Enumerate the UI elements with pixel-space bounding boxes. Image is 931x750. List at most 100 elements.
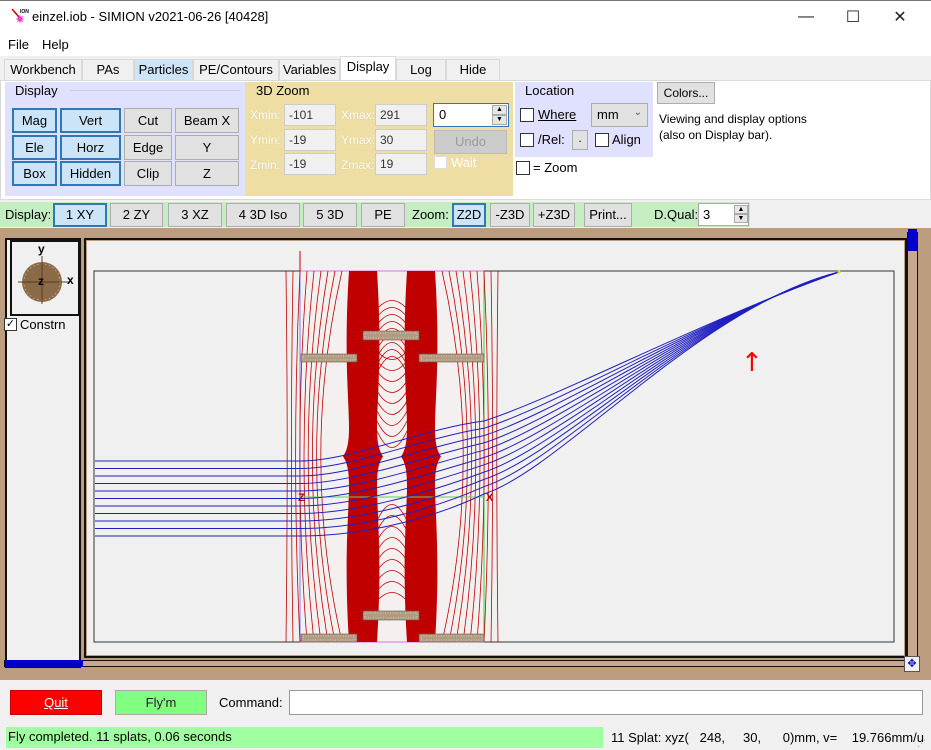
view-1xy-button[interactable]: 1 XY — [53, 203, 107, 227]
help-text-1: Viewing and display options — [659, 112, 807, 126]
dqual-value: 3 — [703, 207, 711, 222]
where-checkbox[interactable] — [520, 108, 534, 122]
contour-band-right — [401, 271, 441, 642]
view-pe-button[interactable]: PE — [361, 203, 405, 227]
tab-log[interactable]: Log — [396, 59, 446, 80]
menu-bar — [0, 34, 931, 56]
wait-checkbox[interactable] — [434, 156, 447, 169]
xmax-field[interactable]: 291 — [375, 104, 427, 126]
zmax-field[interactable]: 19 — [375, 153, 427, 175]
unit-select[interactable]: mm ⌄ — [591, 103, 648, 127]
orientation-z-label: z — [38, 274, 44, 288]
zmax-label: Zmax: — [341, 158, 375, 172]
ymax-field[interactable]: 30 — [375, 129, 427, 151]
contour-line-right — [496, 270, 499, 643]
close-icon: ✕ — [893, 9, 907, 26]
menu-file[interactable]: File — [8, 37, 29, 52]
display-toggle-z[interactable]: Z — [175, 161, 239, 186]
location-title: Location — [525, 83, 575, 98]
menu-help[interactable]: Help — [42, 37, 69, 52]
display-toggle-vert[interactable]: Vert — [60, 108, 121, 133]
undo-button[interactable]: Undo — [434, 130, 507, 154]
colors-button[interactable]: Colors... — [657, 82, 715, 104]
minus-z3d-button[interactable]: -Z3D — [490, 203, 530, 227]
tab-variables[interactable]: Variables — [279, 59, 340, 80]
spin-down-icon[interactable]: ▼ — [492, 115, 507, 125]
horizontal-scrollbar[interactable] — [4, 660, 909, 667]
svg-text:ION: ION — [20, 9, 29, 15]
command-input[interactable] — [289, 690, 923, 715]
electrode-4 — [300, 633, 358, 643]
display-bar-label: Display: — [5, 207, 52, 222]
simulation-view[interactable]: Z X↑ — [87, 241, 904, 655]
maximize-button[interactable]: ☐ — [830, 0, 876, 34]
status-message: Fly completed. 11 splats, 0.06 seconds — [6, 727, 603, 748]
fly-button[interactable]: Fly'm — [115, 690, 207, 715]
display-toggle-horz[interactable]: Horz — [60, 135, 121, 160]
resize-grip-icon[interactable]: ⋰ — [917, 738, 927, 748]
menu-help-label: Help — [42, 37, 69, 52]
rel-point-button[interactable]: . — [572, 130, 588, 150]
electrode-6 — [362, 610, 420, 621]
print-button[interactable]: Print... — [584, 203, 632, 227]
splat-readout: 11 Splat: xyz( 248, 30, 0)mm, v= 19.766m… — [611, 730, 924, 745]
dqual-down-icon[interactable]: ▼ — [734, 214, 748, 223]
xmin-label: Xmin: — [250, 108, 281, 122]
view-3xz-button[interactable]: 3 XZ — [168, 203, 222, 227]
rel-checkbox[interactable] — [520, 133, 534, 147]
display-toggle-edge[interactable]: Edge — [124, 135, 172, 160]
constrain-checkbox[interactable]: ✓ — [4, 318, 17, 331]
display-toggle-cut[interactable]: Cut — [124, 108, 172, 133]
vertical-scroll-thumb[interactable] — [908, 229, 917, 251]
tab-particles[interactable]: Particles — [134, 59, 193, 80]
view-5-3d-button[interactable]: 5 3D — [303, 203, 357, 227]
tab-workbench[interactable]: Workbench — [4, 59, 82, 80]
display-toggle-hidden[interactable]: Hidden — [60, 161, 121, 186]
tab-hide[interactable]: Hide — [446, 59, 500, 80]
zoom-spin-value: 0 — [439, 107, 447, 122]
plus-z3d-button[interactable]: +Z3D — [533, 203, 575, 227]
minimize-button[interactable]: — — [783, 0, 829, 34]
close-button[interactable]: ✕ — [877, 0, 923, 34]
zoom-bar-label: Zoom: — [412, 207, 449, 222]
display-toggle-mag[interactable]: Mag — [12, 108, 57, 133]
display-toggle-beam-x[interactable]: Beam X — [175, 108, 239, 133]
wait-label: Wait — [451, 155, 477, 170]
where-label-text: Where — [538, 107, 577, 122]
tab-pe-contours[interactable]: PE/Contours — [193, 59, 279, 80]
contour-band-left — [343, 271, 383, 642]
display-toggle-y[interactable]: Y — [175, 135, 239, 160]
view-2zy-button[interactable]: 2 ZY — [110, 203, 163, 227]
ymax-label: Ymax: — [341, 133, 376, 147]
simion-app-icon: ION — [11, 8, 29, 23]
menu-file-label: File — [8, 37, 29, 52]
eq-zoom-checkbox[interactable] — [516, 161, 530, 175]
display-toggle-box[interactable]: Box — [12, 161, 57, 186]
tab-display[interactable]: Display — [340, 56, 396, 81]
quit-button[interactable]: Quit — [10, 690, 102, 715]
display-toggle-ele[interactable]: Ele — [12, 135, 57, 160]
display-toggle-clip[interactable]: Clip — [124, 161, 172, 186]
zmin-field[interactable]: -19 — [284, 153, 336, 175]
tab-pas[interactable]: PAs — [82, 59, 134, 80]
help-text-2: (also on Display bar). — [659, 128, 773, 142]
dqual-label: D.Qual: — [654, 207, 699, 222]
ymin-field[interactable]: -19 — [284, 129, 336, 151]
rel-label: /Rel: — [538, 132, 565, 147]
vertical-scrollbar[interactable] — [907, 232, 918, 664]
align-checkbox[interactable] — [595, 133, 609, 147]
xmin-field[interactable]: -101 — [284, 104, 336, 126]
z2d-button[interactable]: Z2D — [452, 203, 486, 227]
3d-zoom-title: 3D Zoom — [256, 83, 310, 98]
dqual-up-icon[interactable]: ▲ — [734, 205, 748, 214]
orientation-x-label: x — [67, 273, 74, 287]
horizontal-scroll-thumb[interactable] — [5, 660, 83, 667]
view-4-3d-iso-button[interactable]: 4 3D Iso — [226, 203, 300, 227]
display-group-title: Display — [15, 83, 58, 98]
command-label: Command: — [219, 695, 283, 710]
pan-move-icon[interactable]: ✥ — [904, 656, 920, 672]
contour-line-right — [490, 270, 493, 643]
axis-marker-x: X — [486, 492, 494, 504]
spin-up-icon[interactable]: ▲ — [492, 105, 507, 115]
view-canvas[interactable]: Z X ↑ — [86, 240, 905, 656]
